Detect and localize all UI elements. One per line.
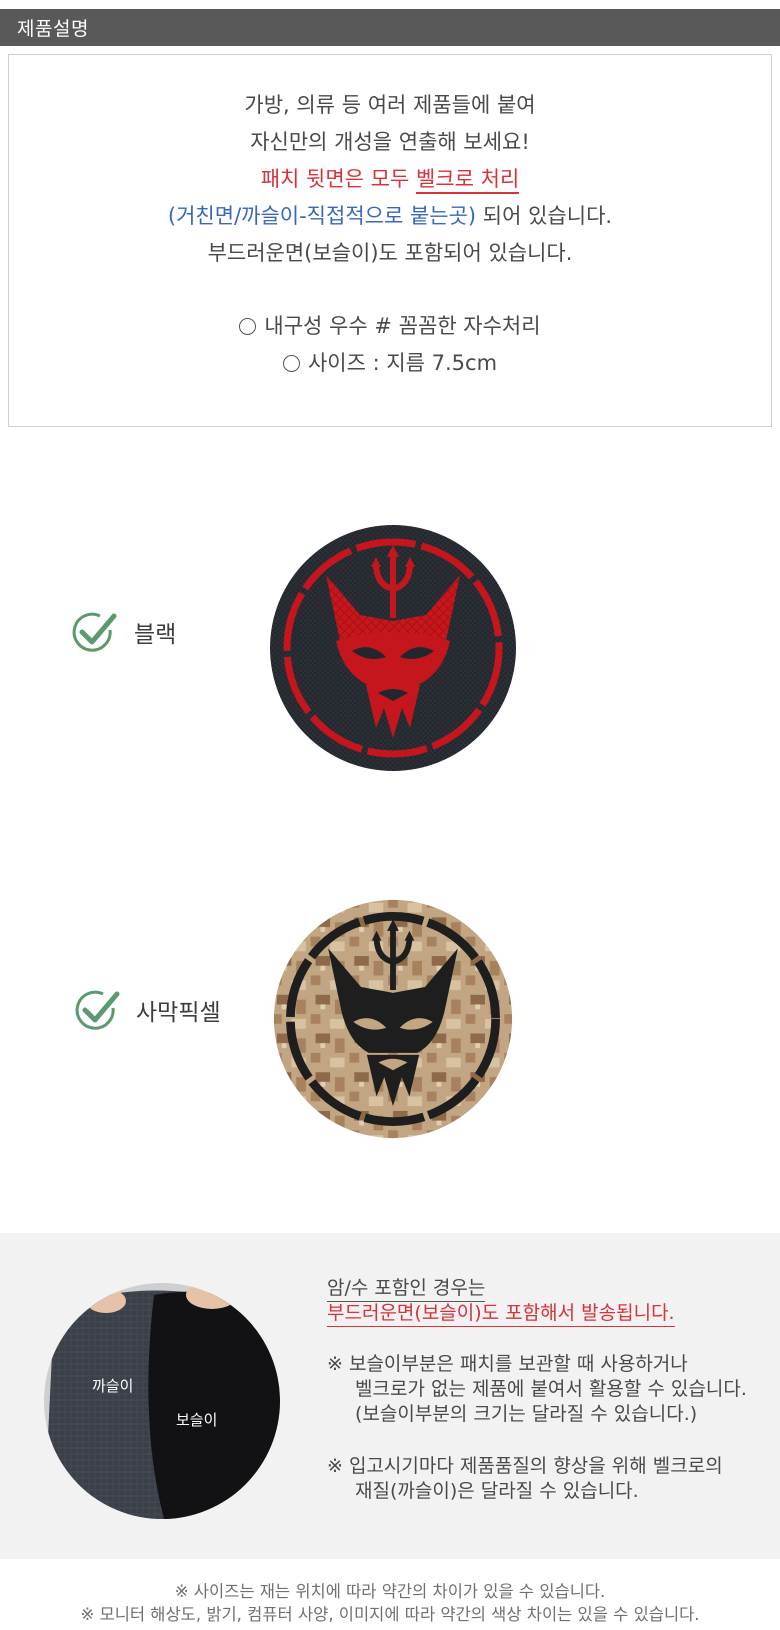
footer-note-color: ※ 모니터 해상도, 밝기, 컴퓨터 사양, 이미지에 따라 약간의 색상 차이…	[80, 1605, 700, 1624]
check-icon	[75, 990, 120, 1030]
feature-2-text: 사이즈 : 지름 7.5cm	[307, 351, 498, 375]
photo-label-rough: 까슬이	[92, 1377, 134, 1395]
desc-line-1: 가방, 의류 등 여러 제품들에 붙여	[244, 93, 536, 117]
velcro-photo	[44, 1283, 280, 1519]
variant-label-desert: 사막픽셀	[136, 1000, 221, 1026]
section-title: 제품설명	[17, 18, 89, 40]
desc-line-5: 부드러운면(보슬이)도 포함되어 있습니다.	[207, 241, 573, 265]
photo-label-soft: 보슬이	[176, 1411, 218, 1429]
circle-bullet-icon	[239, 318, 257, 335]
desc-line-4: (거친면/까슬이-직접적으로 붙는곳) 되어 있습니다.	[9, 200, 771, 230]
velcro-note-1-line-3: (보슬이부분의 크기는 달라질 수 있습니다.)	[355, 1403, 698, 1425]
check-icon	[72, 612, 117, 652]
rough-side-note: (거친면/까슬이-직접적으로 붙는곳)	[167, 204, 477, 228]
velcro-note-1-line-1: ※ 보슬이부분은 패치를 보관할 때 사용하거나	[327, 1353, 688, 1375]
velcro-title-2: 부드러운면(보슬이)도 포함해서 발송됩니다.	[327, 1298, 675, 1327]
circle-bullet-icon	[282, 355, 300, 372]
feature-durability: 내구성 우수 # 꼼꼼한 자수처리	[9, 310, 771, 340]
patch-desert-image	[273, 899, 513, 1139]
velcro-highlight: 벨크로 처리	[415, 167, 520, 194]
section-header-bar: 제품설명	[0, 9, 780, 46]
feature-size: 사이즈 : 지름 7.5cm	[9, 347, 771, 377]
desc-line-3: 패치 뒷면은 모두 벨크로 처리	[9, 163, 771, 194]
desc-line-3-prefix: 패치 뒷면은 모두	[260, 167, 416, 191]
velcro-info-section: 까슬이 보슬이 암/수 포함인 경우는 부드러운면(보슬이)도 포함해서 발송됩…	[0, 1233, 780, 1559]
variant-label-black: 블랙	[134, 622, 177, 648]
velcro-note-1-line-2: 벨크로가 없는 제품에 붙여서 활용할 수 있습니다.	[355, 1378, 747, 1400]
velcro-note-2-line-2: 재질(까슬이)은 달라질 수 있습니다.	[355, 1480, 639, 1502]
description-box: 가방, 의류 등 여러 제품들에 붙여 자신만의 개성을 연출해 보세요! 패치…	[8, 54, 772, 427]
footer-note-size: ※ 사이즈는 재는 위치에 따라 약간의 차이가 있을 수 있습니다.	[174, 1582, 606, 1601]
patch-black-image	[270, 525, 516, 771]
feature-1-text: 내구성 우수 # 꼼꼼한 자수처리	[264, 314, 541, 338]
desc-line-4-rest: 되어 있습니다.	[476, 204, 613, 228]
velcro-note-2-line-1: ※ 입고시기마다 제품품질의 향상을 위해 벨크로의	[327, 1455, 723, 1477]
desc-line-2: 자신만의 개성을 연출해 보세요!	[250, 130, 530, 154]
